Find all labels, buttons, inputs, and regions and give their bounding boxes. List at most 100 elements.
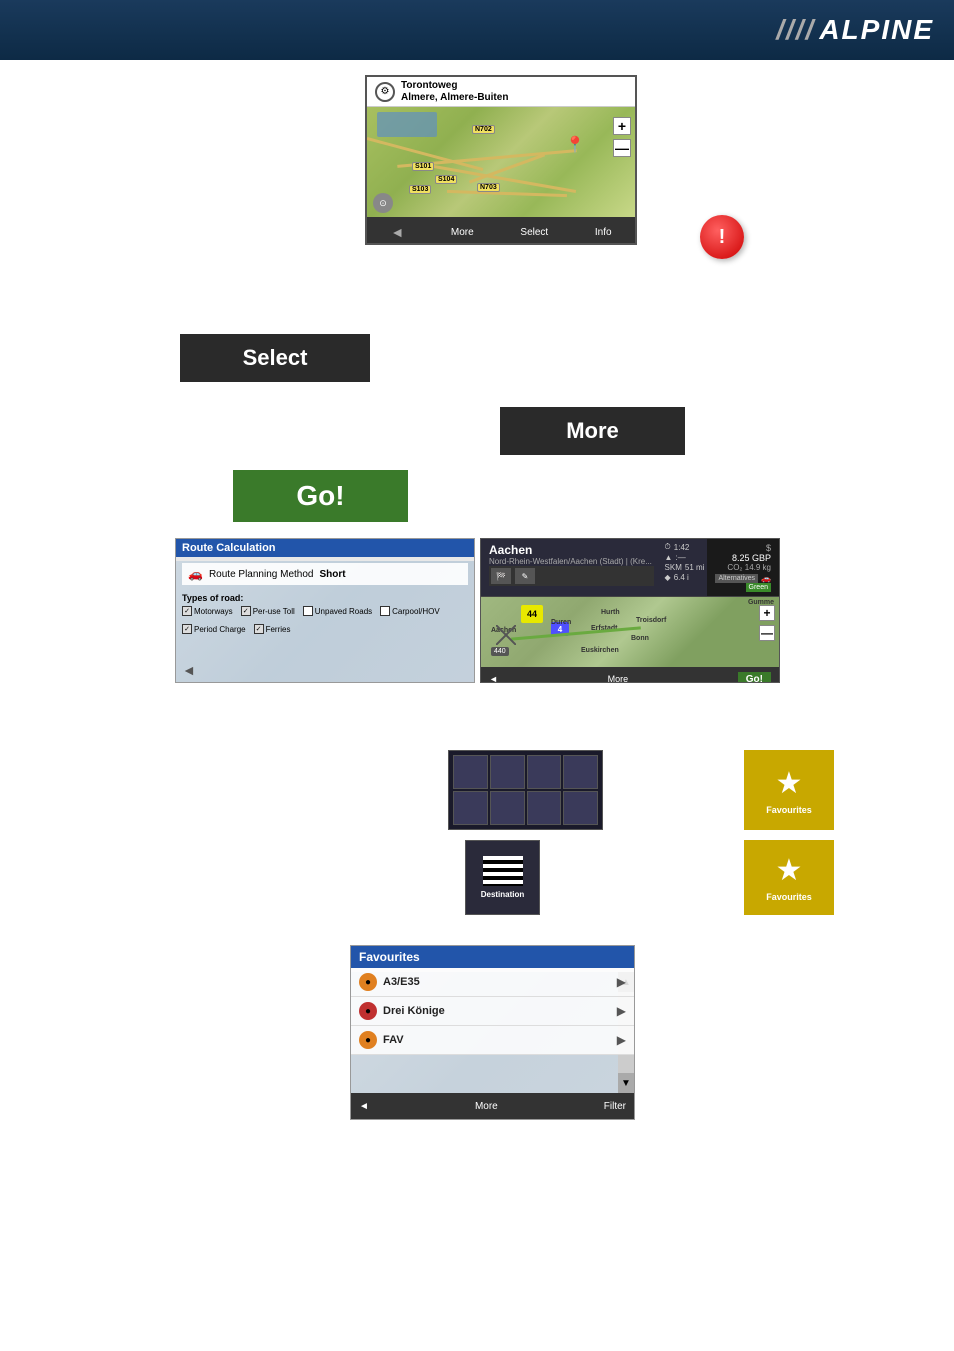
road-label-n702: N702 [472,125,495,134]
fav-more-button[interactable]: More [475,1101,498,1112]
cb-ferries-box[interactable]: ✓ [254,624,264,634]
fav-item-text-2: FAV [383,1034,611,1046]
checkbox-motorways[interactable]: ✓ Motorways [182,606,233,616]
fav-item-arrow-2[interactable]: ▶ [617,1033,626,1047]
map-hurth-label: Hurth [601,609,620,616]
grid-cell-6[interactable] [490,791,525,825]
fav-scroll-down[interactable]: ▼ [618,1073,634,1093]
logo-text: ALPINE [819,14,934,45]
go-button[interactable]: Go! [233,470,408,522]
road-label-s103: S103 [409,185,431,194]
map-back-button[interactable]: ◄ [390,224,404,240]
checkbox-carpool[interactable]: Carpool/HOV [380,606,440,616]
settings-icon[interactable]: ⚙ [375,82,395,102]
fav-back-button[interactable]: ◄ [359,1101,369,1112]
route-method-value: Short [319,569,345,580]
nav-fuel-cost: 8.25 GBP [732,553,771,563]
zoom-minus-button[interactable]: — [613,139,631,157]
road-label-n703: N703 [477,183,500,192]
road-types-label: Types of road: [182,593,468,603]
top-map-panel: ⚙ Torontoweg Almere, Almere-Buiten N702 … [365,75,637,245]
destination-button[interactable]: Destination [465,840,540,915]
road-label-s101: S101 [412,162,434,171]
fav-list-header: Favourites [351,946,634,968]
menu-grid [448,750,603,830]
cb-motorways-label: Motorways [194,607,233,616]
checkbox-period-charge[interactable]: ✓ Period Charge [182,624,246,634]
cb-carpool-box[interactable] [380,606,390,616]
fav-filter-button[interactable]: Filter [604,1101,626,1112]
nav-stat-altitude: ▲ :— [665,553,705,562]
route-line [511,626,641,640]
nav-icons-row: 🏁 ✎ [489,566,654,586]
nav-zoom-plus[interactable]: + [759,605,775,621]
cb-ferries-label: Ferries [266,625,291,634]
fav-star-icon-top: ★ [776,766,803,801]
more-button[interactable]: More [500,407,685,455]
cb-motorways-box[interactable]: ✓ [182,606,192,616]
road-badge-44: 44 [521,605,543,623]
road-label-s104: S104 [435,175,457,184]
cb-carpool-label: Carpool/HOV [392,607,440,616]
route-calc-back-button[interactable]: ◄ [182,662,196,678]
nav-city-sub: Nord-Rhein-Westfalen/Aachen (Stadt) | (K… [489,557,654,566]
checkboxes-row: ✓ Motorways ✓ Per-use Toll Unpaved Roads… [182,606,468,634]
grid-cell-1[interactable] [453,755,488,789]
nav-go-button[interactable]: Go! [738,672,771,684]
grid-cell-5[interactable] [453,791,488,825]
route-calc-panel: Route Calculation 🚗 Route Planning Metho… [175,538,475,683]
map-title: Torontoweg Almere, Almere-Buiten [401,80,508,104]
nav-car-icon: 🚗 [761,574,771,583]
grid-cell-3[interactable] [527,755,562,789]
fav-item-arrow-0[interactable]: ▶ [617,975,626,989]
map-header: ⚙ Torontoweg Almere, Almere-Buiten [367,77,635,107]
map-troisdorf-label: Troisdorf [636,617,666,624]
checkbox-per-use-toll[interactable]: ✓ Per-use Toll [241,606,295,616]
map-euskirchen-label: Euskirchen [581,647,619,654]
grid-cell-2[interactable] [490,755,525,789]
route-method-row: 🚗 Route Planning Method Short [182,563,468,585]
cb-toll-box[interactable]: ✓ [241,606,251,616]
fav-item-2[interactable]: ● FAV ▶ [351,1026,634,1055]
map-info-button[interactable]: Info [595,227,612,238]
alert-icon [700,215,744,259]
checkbox-ferries[interactable]: ✓ Ferries [254,624,291,634]
fav-star-icon-bottom: ★ [776,853,803,888]
map-bonn-label: Bonn [631,635,649,642]
fav-item-icon-0: ● [359,973,377,991]
map-toolbar: ◄ More Select Info [367,217,635,245]
road-badge-440: 440 [491,647,509,656]
route-calc-content: 🚗 Route Planning Method Short Types of r… [176,557,474,640]
checkbox-unpaved[interactable]: Unpaved Roads [303,606,372,616]
nav-stat-waypoints: ◆ 6.4 i [665,573,705,582]
select-button[interactable]: Select [180,334,370,382]
nav-zoom-minus[interactable]: — [759,625,775,641]
map-more-button[interactable]: More [451,227,474,238]
grid-cell-4[interactable] [563,755,598,789]
destination-flag-icon [483,856,523,886]
location-pin: 📍 [565,135,585,155]
fav-list-items: ● A3/E35 ▶ ● Drei Könige ▶ ● FAV ▶ [351,968,634,1055]
fav-item-icon-1: ● [359,1002,377,1020]
zoom-plus-button[interactable]: + [613,117,631,135]
fav-item-0[interactable]: ● A3/E35 ▶ [351,968,634,997]
nav-stat-time: ⏱ 1:42 [665,542,705,552]
header: ////ALPINE [0,0,954,60]
nav-more-button[interactable]: More [608,674,629,683]
nav-back-button[interactable]: ◄ [489,674,498,683]
cb-period-label: Period Charge [194,625,246,634]
cb-period-box[interactable]: ✓ [182,624,192,634]
map-body: N702 S101 S104 S103 N703 📍 + — ⊙ [367,107,635,217]
grid-cell-8[interactable] [563,791,598,825]
fav-item-text-0: A3/E35 [383,976,611,988]
grid-cell-7[interactable] [527,791,562,825]
fav-item-1[interactable]: ● Drei Könige ▶ [351,997,634,1026]
favourites-top-button[interactable]: ★ Favourites [744,750,834,830]
map-nav-icon[interactable]: ⊙ [373,193,393,213]
fav-top-label: Favourites [766,805,812,815]
map-select-button[interactable]: Select [520,227,548,238]
alert-icon-container [700,215,744,259]
fav-item-arrow-1[interactable]: ▶ [617,1004,626,1018]
cb-unpaved-box[interactable] [303,606,313,616]
favourites-bottom-button[interactable]: ★ Favourites [744,840,834,915]
